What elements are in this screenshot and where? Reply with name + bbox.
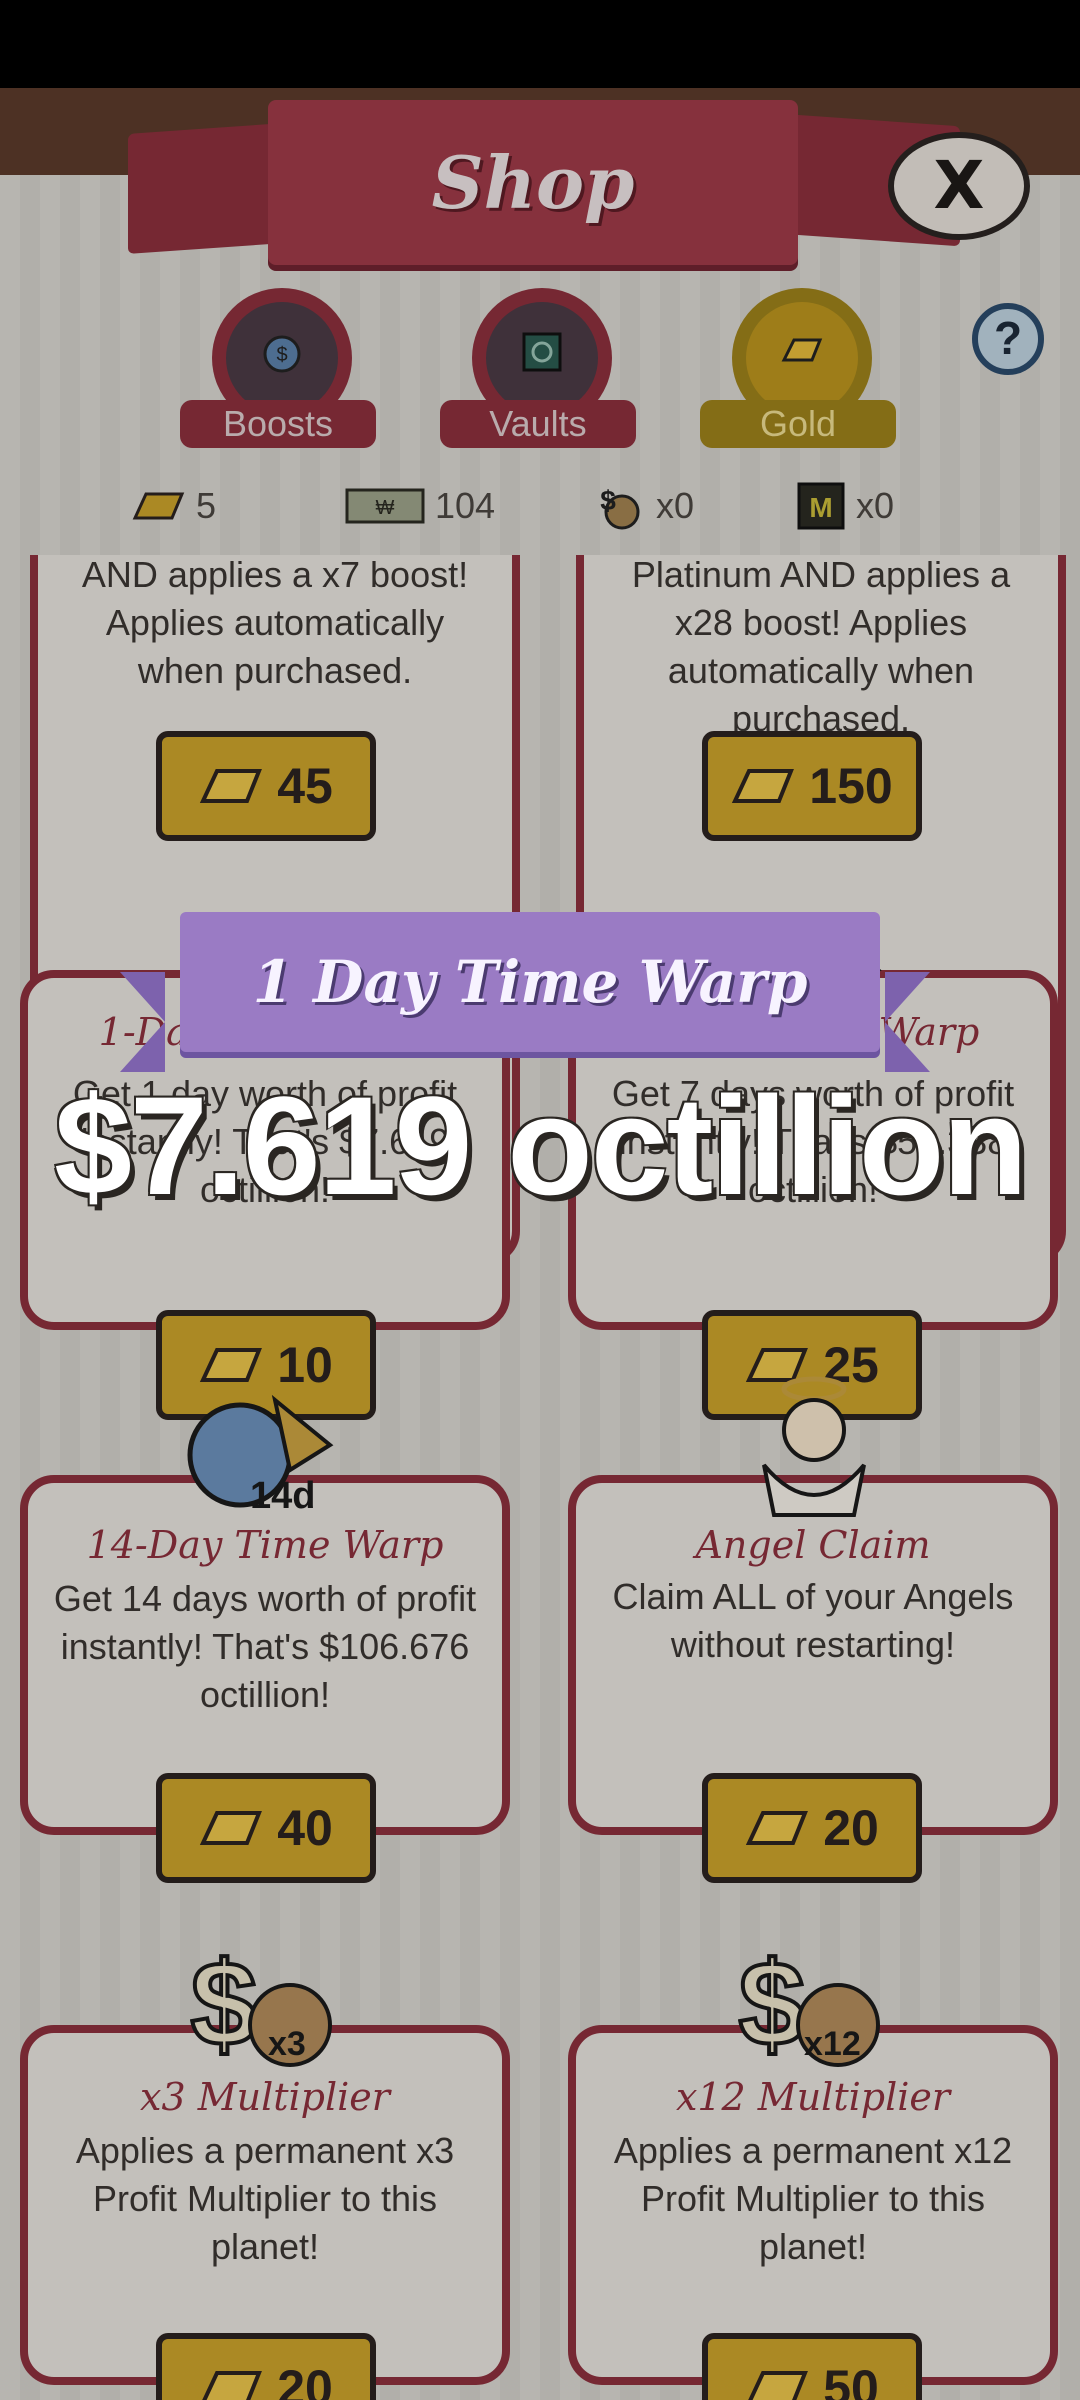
reward-ribbon: 1 Day Time Warp: [120, 912, 930, 1072]
ribbon-title: 1 Day Time Warp: [252, 948, 808, 1016]
reward-amount: $7.619 octillion: [54, 1067, 1028, 1224]
ribbon-tail-right: [885, 972, 930, 1072]
ribbon-tail-left: [120, 972, 165, 1072]
